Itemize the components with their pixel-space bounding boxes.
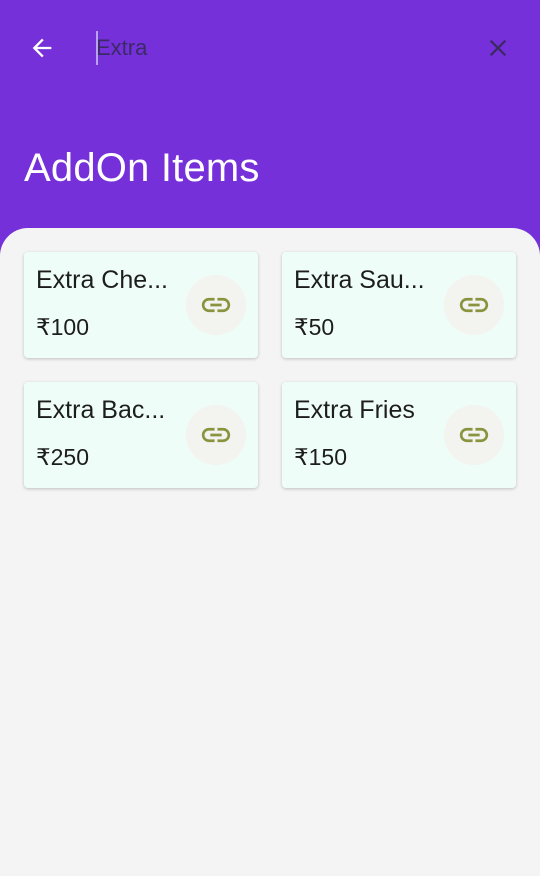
addon-price: ₹150 [294,444,348,470]
addon-card[interactable]: Extra Sau... ₹50 [282,252,516,358]
link-button[interactable] [186,275,246,335]
clear-search-button[interactable] [478,28,518,68]
addon-name: Extra Bac... [36,396,166,424]
arrow-left-icon [32,38,52,58]
addon-card[interactable]: Extra Bac... ₹250 [24,382,258,488]
link-button[interactable] [444,405,504,465]
close-icon [489,39,507,57]
link-icon [201,427,231,443]
link-icon [201,297,231,313]
content-sheet: Extra Che... ₹100 Extra Sau... ₹50 Extra… [0,228,540,876]
addon-card[interactable]: Extra Che... ₹100 [24,252,258,358]
link-icon [459,427,489,443]
back-button[interactable] [22,28,62,68]
addon-name: Extra Fries [294,396,415,424]
addon-grid: Extra Che... ₹100 Extra Sau... ₹50 Extra… [24,252,516,488]
search-input[interactable] [96,26,466,70]
page-title: AddOn Items [24,146,260,190]
addon-price: ₹100 [36,314,90,340]
addon-name: Extra Che... [36,266,168,294]
addon-price: ₹250 [36,444,90,470]
addon-price: ₹50 [294,314,335,340]
link-icon [459,297,489,313]
search-field[interactable] [96,26,466,70]
addon-name: Extra Sau... [294,266,425,294]
link-button[interactable] [444,275,504,335]
app-bar [0,0,540,96]
link-button[interactable] [186,405,246,465]
addon-card[interactable]: Extra Fries ₹150 [282,382,516,488]
text-cursor [96,31,98,65]
